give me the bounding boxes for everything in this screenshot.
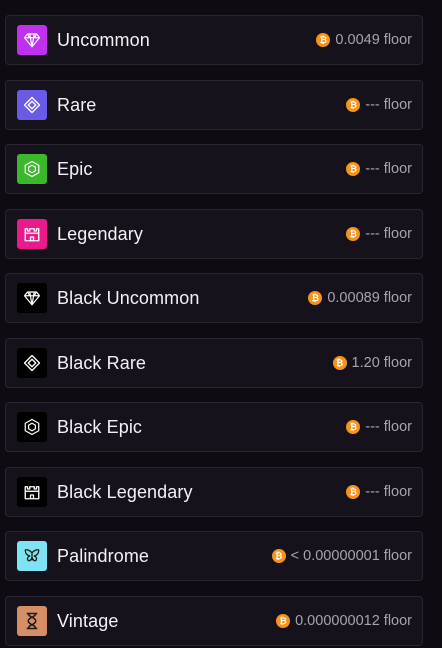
floor-value: 1.20 floor [351,355,412,371]
floor-value: 0.0049 floor [335,32,412,48]
rarity-name: Palindrome [57,545,150,566]
bitcoin-icon: ₿ [346,162,361,176]
rarity-name: Legendary [57,223,143,244]
rarity-name: Black Uncommon [57,287,200,308]
rarity-row-black-epic[interactable]: Black Epic ₿ --- floor [5,402,423,452]
floor-price: ₿ 0.0049 floor [316,32,412,48]
floor-price: ₿ --- floor [346,161,412,177]
bitcoin-icon: ₿ [346,227,361,241]
bitcoin-icon: ₿ [271,549,286,563]
bitcoin-icon: ₿ [346,485,361,499]
rarity-row-epic[interactable]: Epic ₿ --- floor [5,144,423,194]
bitcoin-icon: ₿ [276,614,291,628]
rarity-row-legendary[interactable]: Legendary ₿ --- floor [5,209,423,259]
rarity-name: Black Epic [57,416,143,437]
hexagon-icon [17,154,47,184]
floor-price: ₿ 1.20 floor [332,355,412,371]
castle-icon [17,477,47,507]
gem-icon [17,283,47,313]
floor-value: 0.000000012 floor [295,613,412,629]
rarity-row-black-uncommon[interactable]: Black Uncommon ₿ 0.00089 floor [5,273,423,323]
bitcoin-icon: ₿ [316,33,331,47]
floor-value: 0.00089 floor [327,290,412,306]
bitcoin-icon: ₿ [308,291,323,305]
floor-value: --- floor [365,226,412,242]
bitcoin-icon: ₿ [332,356,347,370]
rarity-row-vintage[interactable]: Vintage ₿ 0.000000012 floor [5,596,423,646]
floor-price: ₿ --- floor [346,226,412,242]
rarity-row-black-legendary[interactable]: Black Legendary ₿ --- floor [5,467,423,517]
floor-price: ₿ --- floor [346,419,412,435]
rarity-name: Black Rare [57,352,147,373]
rarity-row-uncommon[interactable]: Uncommon ₿ 0.0049 floor [5,15,423,65]
floor-value: --- floor [365,161,412,177]
diamond-icon [17,348,47,378]
floor-price: ₿ < 0.00000001 floor [271,548,412,564]
rarity-name: Rare [57,94,97,115]
rarity-row-black-rare[interactable]: Black Rare ₿ 1.20 floor [5,338,423,388]
floor-value: --- floor [365,419,412,435]
floor-value: < 0.00000001 floor [290,548,412,564]
gem-icon [17,25,47,55]
bitcoin-icon: ₿ [346,98,361,112]
rarity-floor-list: Uncommon ₿ 0.0049 floor Rare ₿ --- floor… [0,0,442,648]
rarity-row-palindrome[interactable]: Palindrome ₿ < 0.00000001 floor [5,531,423,581]
floor-price: ₿ --- floor [346,484,412,500]
floor-price: ₿ 0.00089 floor [308,290,412,306]
hourglass-icon [17,606,47,636]
floor-price: ₿ --- floor [346,97,412,113]
floor-price: ₿ 0.000000012 floor [276,613,412,629]
hexagon-icon [17,412,47,442]
rarity-name: Black Legendary [57,481,193,502]
floor-value: --- floor [365,97,412,113]
castle-icon [17,219,47,249]
butterfly-icon [17,541,47,571]
rarity-row-rare[interactable]: Rare ₿ --- floor [5,80,423,130]
bitcoin-icon: ₿ [346,420,361,434]
diamond-icon [17,90,47,120]
rarity-name: Vintage [57,610,119,631]
rarity-name: Epic [57,158,93,179]
rarity-name: Uncommon [57,29,150,50]
floor-value: --- floor [365,484,412,500]
